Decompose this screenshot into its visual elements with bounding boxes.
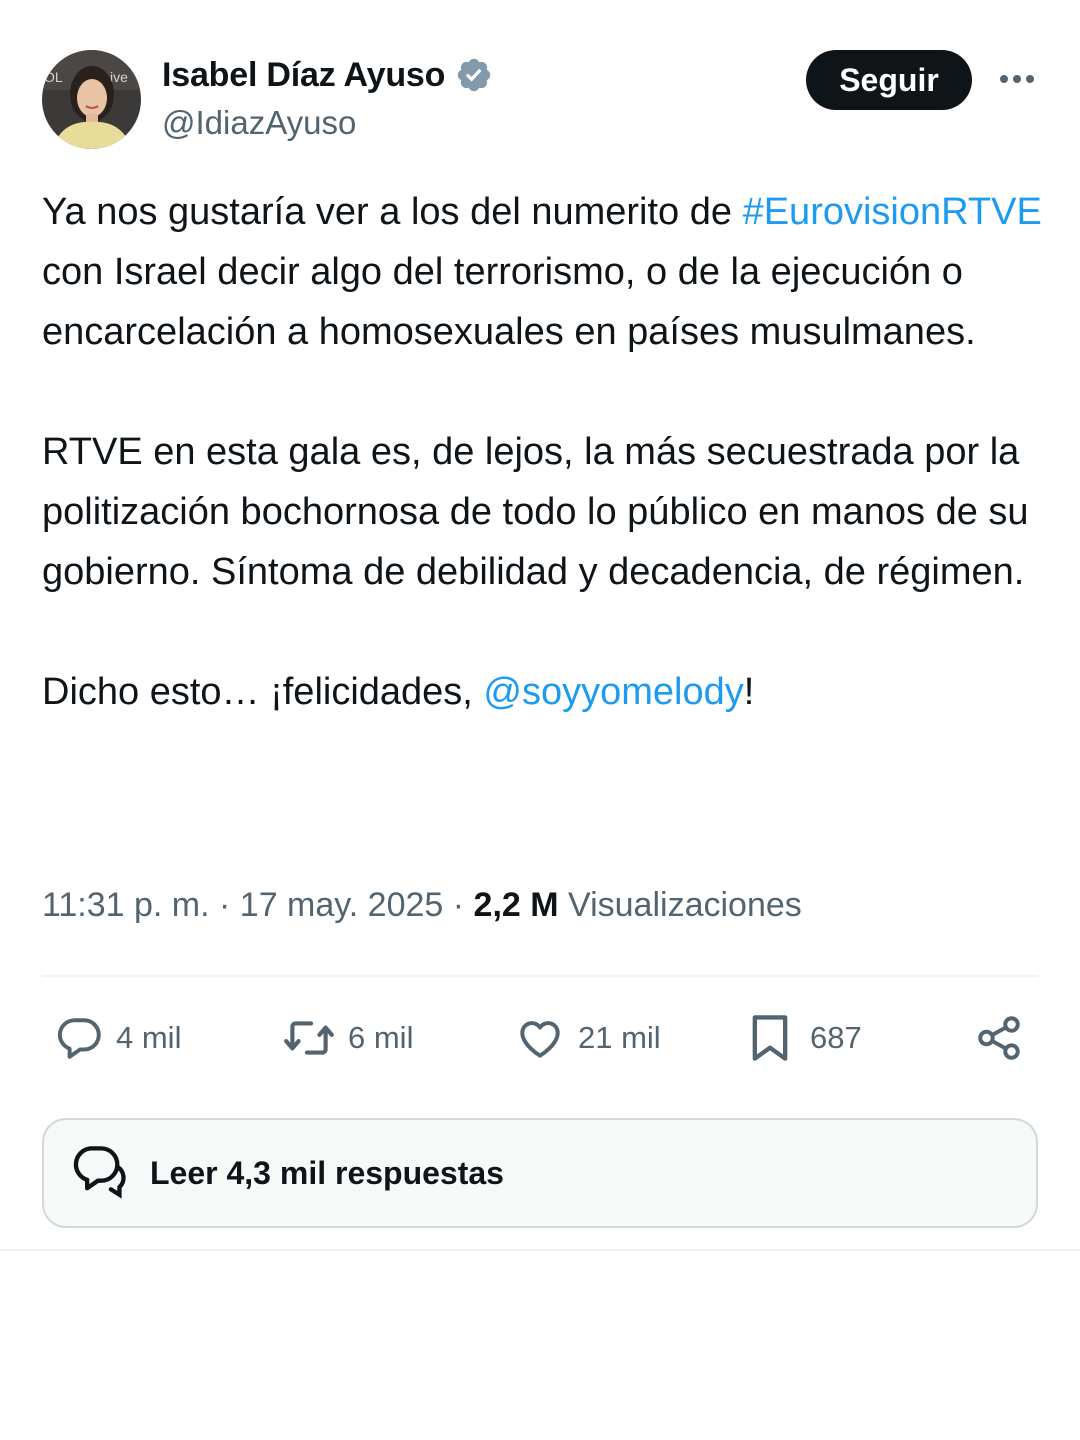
svg-text:OL: OL — [44, 69, 63, 85]
verified-badge-icon[interactable] — [455, 56, 493, 94]
tweet-paragraph-1: Ya nos gustaría ver a los del numerito d… — [42, 191, 1042, 353]
tweet-meta: 11:31 p. m. · 17 may. 2025 · 2,2 M Visua… — [42, 886, 802, 924]
share-button[interactable] — [974, 1010, 1024, 1066]
share-icon — [974, 1013, 1024, 1063]
repost-button[interactable]: 6 mil — [282, 1010, 413, 1066]
views-count[interactable]: 2,2 M — [474, 886, 559, 924]
reply-icon — [54, 1013, 104, 1063]
tweet-paragraph-3: Dicho esto… ¡felicidades, @soyyomelody! — [42, 671, 755, 713]
author-name-row[interactable]: Isabel Díaz Ayuso — [162, 54, 493, 96]
tweet-paragraph-2: RTVE en esta gala es, de lejos, la más s… — [42, 431, 1029, 593]
author-handle[interactable]: @IdiazAyuso — [162, 104, 356, 142]
bottom-divider — [0, 1249, 1080, 1251]
reply-button[interactable]: 4 mil — [54, 1010, 181, 1066]
bookmark-icon — [746, 1012, 794, 1064]
like-button[interactable]: 21 mil — [514, 1010, 661, 1066]
conversation-icon — [68, 1143, 130, 1204]
tweet-text: Ya nos gustaría ver a los del numerito d… — [42, 182, 1052, 722]
read-replies-label: Leer 4,3 mil respuestas — [150, 1154, 504, 1191]
tweet-detail: OL ive Isabel Díaz Ayuso @IdiazAyuso Seg… — [0, 0, 1080, 1440]
bookmark-button[interactable]: 687 — [746, 1010, 862, 1066]
bookmark-count: 687 — [810, 1020, 862, 1055]
repost-icon — [282, 1013, 336, 1063]
hashtag-link[interactable]: #EurovisionRTVE — [743, 191, 1042, 233]
follow-button[interactable]: Seguir — [806, 50, 972, 110]
read-replies-button[interactable]: Leer 4,3 mil respuestas — [42, 1118, 1038, 1228]
ellipsis-icon — [999, 71, 1035, 89]
heart-icon — [514, 1013, 566, 1063]
reply-count: 4 mil — [116, 1020, 182, 1055]
more-options-button[interactable] — [992, 58, 1042, 102]
views-label[interactable]: Visualizaciones — [559, 886, 802, 924]
repost-count: 6 mil — [348, 1020, 414, 1055]
author-display-name[interactable]: Isabel Díaz Ayuso — [162, 56, 445, 95]
like-count: 21 mil — [578, 1020, 661, 1055]
tweet-date[interactable]: 17 may. 2025 — [240, 886, 444, 924]
avatar[interactable]: OL ive — [42, 50, 141, 149]
tweet-time[interactable]: 11:31 p. m. — [42, 886, 210, 924]
divider — [42, 975, 1038, 977]
mention-link[interactable]: @soyyomelody — [483, 671, 743, 713]
svg-text:ive: ive — [110, 69, 128, 85]
